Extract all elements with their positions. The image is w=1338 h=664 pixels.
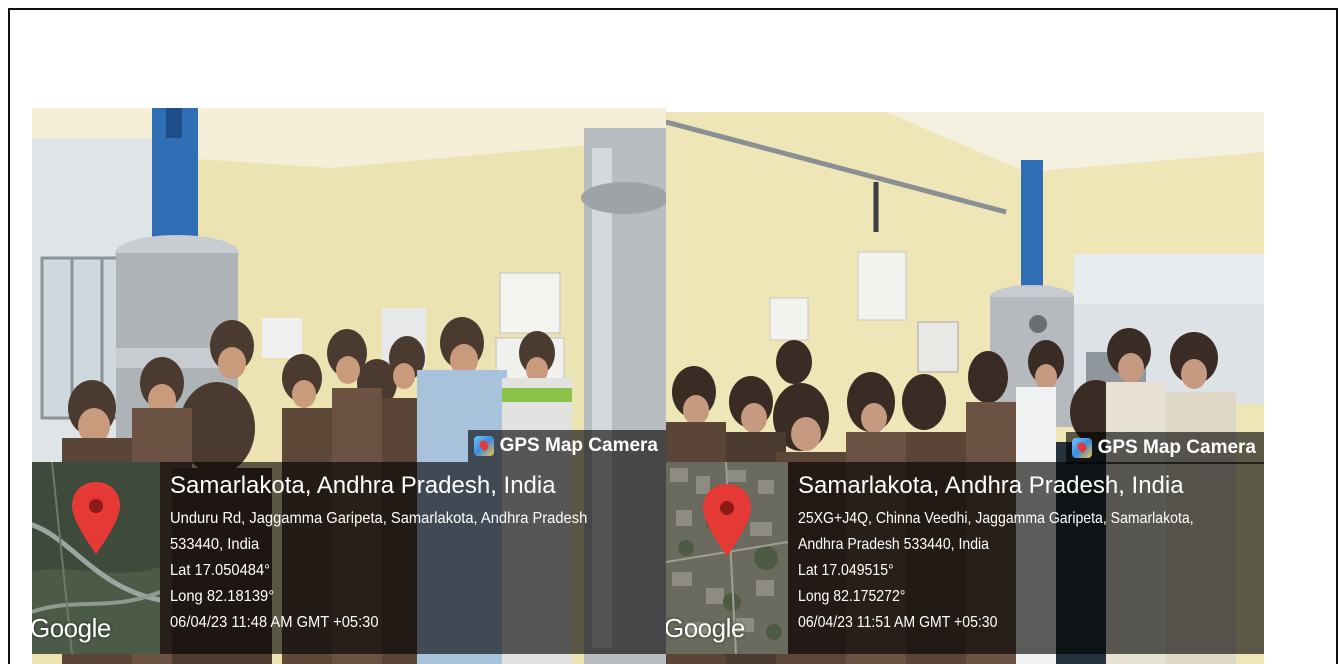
longitude: Long 82.18139° <box>170 588 275 605</box>
address-line-1: Unduru Rd, Jaggamma Garipeta, Samarlakot… <box>170 510 588 527</box>
address-line-2: Andhra Pradesh 533440, India <box>798 536 990 553</box>
map-thumbnail: Google <box>32 462 160 654</box>
google-logo: Google <box>32 613 111 643</box>
lab-visit-photo-1: GPS Map Camera Google Samarlakota, Andhr… <box>32 108 666 664</box>
location-info-panel: Google Samarlakota, Andhra Pradesh, Indi… <box>666 462 1264 654</box>
lab-visit-photo-2: GPS Map Camera Google Samarlakota, Andhr… <box>666 112 1264 664</box>
map-thumbnail: Google <box>666 462 788 654</box>
timestamp: 06/04/23 11:48 AM GMT +05:30 <box>170 614 379 631</box>
place-name: Samarlakota, Andhra Pradesh, India <box>170 472 556 499</box>
timestamp: 06/04/23 11:51 AM GMT +05:30 <box>798 614 998 631</box>
gps-badge-label: GPS Map Camera <box>1097 437 1256 458</box>
latitude: Lat 17.049515° <box>798 562 894 579</box>
location-details: Samarlakota, Andhra Pradesh, India Undur… <box>160 462 624 654</box>
location-details: Samarlakota, Andhra Pradesh, India 25XG+… <box>788 462 1248 654</box>
longitude: Long 82.175272° <box>798 588 906 605</box>
gps-badge-label: GPS Map Camera <box>499 435 658 456</box>
gps-map-camera-icon <box>473 436 494 456</box>
location-info-panel: Google Samarlakota, Andhra Pradesh, Indi… <box>32 462 666 654</box>
latitude: Lat 17.050484° <box>170 562 271 579</box>
address-line-2: 533440, India <box>170 536 260 553</box>
address-line-1: 25XG+J4Q, Chinna Veedhi, Jaggamma Garipe… <box>798 510 1194 527</box>
gps-map-camera-icon <box>1071 438 1092 458</box>
place-name: Samarlakota, Andhra Pradesh, India <box>798 472 1184 499</box>
google-logo: Google <box>666 613 745 643</box>
gps-badge: GPS Map Camera <box>1065 432 1264 464</box>
gps-badge: GPS Map Camera <box>467 430 666 462</box>
